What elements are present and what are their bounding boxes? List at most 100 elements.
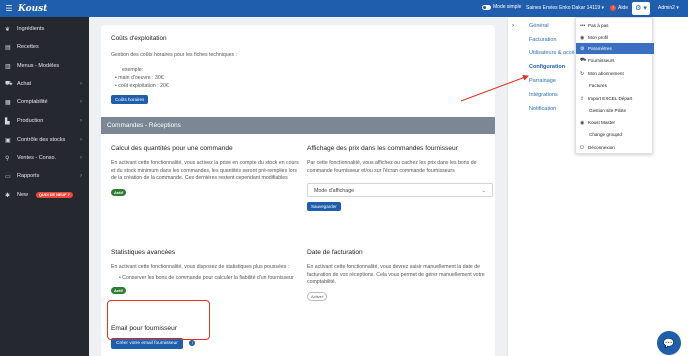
sidebar-item-label: Production [17,118,44,124]
advanced-stats-status-badge[interactable]: Actif [111,287,126,295]
chevron-right-icon: › [80,99,82,105]
operating-costs-title: Coûts d'exploitation [111,35,167,42]
refresh-icon: ↻ [580,70,585,77]
sidebar-item-label: Comptabilité [17,99,48,105]
menu-item-change-groupid[interactable]: Change groupId [576,129,654,140]
chevron-right-icon: › [80,118,82,124]
menu-item-label: Koust Master [588,120,616,125]
nav-link-facturation[interactable]: Facturation [529,37,557,43]
sidebar-item-achat[interactable]: ⛟ Achat › [0,78,89,90]
advanced-stats-text: En activant cette fonctionnalité, vous d… [111,264,290,270]
chart-icon: ⚲ [5,155,10,162]
sidebar-item-new[interactable]: ✱ New QUOI DE NEUF ? [0,189,89,201]
nav-link-notification[interactable]: Notification [529,106,556,112]
menu-item-label: Pas à pas [588,23,609,28]
sidebar-item-label: Ventes - Conso. [17,155,57,161]
nav-link-general[interactable]: Général [529,23,549,29]
sidebar-item-recettes[interactable]: ▤ Recettes [0,41,89,53]
sidebar-item-ingredients[interactable]: ❦ Ingrédients [0,23,89,35]
chevron-right-icon: › [80,155,82,161]
upload-icon: ⇪ [580,95,585,102]
book-icon: ▤ [5,44,11,51]
clipboard-icon: ▣ [5,137,11,144]
menu-item-factures[interactable]: Factures [576,80,654,91]
chevron-down-icon: ⌄ [481,188,486,195]
app-logo[interactable]: Koust [18,4,47,14]
sidebar-item-controle-stocks[interactable]: ▣ Contrôle des stocks › [0,134,89,146]
info-icon[interactable]: i [189,340,196,346]
menu-icon[interactable]: ☰ [2,4,16,13]
menu-item-parametres[interactable]: ⚙ Paramètres [576,43,654,54]
sidebar-item-menus[interactable]: ▥ Menus - Modèles [0,60,89,72]
help-button[interactable]: ? Aide [610,5,628,11]
menu-item-gestion-site-pilote[interactable]: Gestion site Pilote [576,105,654,116]
nav-link-configuration[interactable]: Configuration [529,64,565,70]
user-menu[interactable]: Admin2 ▾ [658,5,679,11]
save-button[interactable]: Sauvegarder [307,202,341,212]
folder-icon: ▭ [5,173,11,180]
menu-item-koust-master[interactable]: ◉ Koust Master [576,117,654,128]
chat-icon[interactable]: 💬 [657,331,681,355]
dots-icon: ••• [580,22,586,29]
price-display-block: Affichage des prix dans les commandes fo… [307,145,497,212]
open-book-icon: ▥ [5,63,11,70]
gear-icon: ⚙ [580,45,585,52]
menu-item-label: Déconnexion [588,145,615,150]
menu-item-import-excel[interactable]: ⇪ Import EXCEL Départ [576,93,654,104]
advanced-stats-bullet: • Conserver les bons de commande pour ca… [119,274,294,281]
mode-simple-toggle[interactable]: Mode simple [482,4,521,10]
example-title: exemple: [122,67,144,73]
truck-icon: ⛟ [580,57,587,63]
user-icon: ◉ [580,34,585,41]
chevron-right-icon[interactable]: › [512,23,514,29]
chevron-right-icon: › [80,81,82,87]
hourly-costs-button[interactable]: Coûts horaires [111,95,149,104]
operating-costs-description: Gestion des coûts horaires pour les fich… [111,52,238,58]
menu-item-label: Change groupId [589,132,622,137]
store-selector[interactable]: Saines Envies Enko Dakar 14119 ▾ [526,5,604,11]
menu-item-mon-profil[interactable]: ◉ Mon profil [576,32,654,43]
sidebar-item-rapports[interactable]: ▭ Rapports › [0,170,89,182]
menu-item-label: Mon profil [588,35,609,40]
sidebar-item-label: Menus - Modèles [17,63,60,69]
billing-date-text: En activant cette fonctionnalité, vous d… [307,264,485,286]
billing-date-block: Date de facturation En activant cette fo… [307,249,497,301]
section-header: Commandes - Réceptions [101,117,495,134]
chevron-right-icon: › [80,137,82,143]
sidebar-item-label: New [17,192,29,198]
billing-date-activate-badge[interactable]: Activer [307,291,328,301]
sidebar-item-comptabilite[interactable]: ▦ Comptabilité › [0,96,89,108]
sidebar-item-label: Achat [17,81,32,87]
sidebar-item-label: Rapports [17,173,40,179]
sidebar-item-label: Contrôle des stocks [17,137,66,143]
nav-link-parrainage[interactable]: Parrainage [529,78,556,84]
highlight-box [107,300,210,340]
nav-link-integrations[interactable]: Intégrations [529,92,558,98]
quantity-calc-title: Calcul des quantités pour une commande [111,145,233,152]
mode-label: Mode simple [493,4,522,10]
star-icon: ✱ [5,192,11,199]
settings-gear-button[interactable]: ⚙ ▾ [632,2,650,15]
menu-item-label: Factures [589,83,607,88]
menu-item-mon-abonnement[interactable]: ↻ Mon abonnement [576,68,654,79]
menu-item-fournisseurs[interactable]: ⛟ Fournisseurs [576,55,654,66]
chevron-right-icon: › [80,173,82,179]
menu-item-label: Paramètres [588,46,612,51]
whats-new-badge[interactable]: QUOI DE NEUF ? [36,192,73,198]
menu-item-deconnexion[interactable]: ⏻ Déconnexion [576,142,654,153]
toggle-icon [482,4,491,10]
example-line-1: • main d'oeuvre : 30€ [115,75,164,81]
help-label: Aide [618,5,629,11]
menu-item-pas-a-pas[interactable]: ••• Pas à pas [576,20,654,31]
example-line-2: • coût exploitation : 20€ [115,83,169,89]
price-display-text: Par cette fonctionnalité, vous affichez … [307,160,477,174]
settings-dropdown-menu: ••• Pas à pas ◉ Mon profil ⚙ Paramètres … [575,17,654,154]
sidebar-item-ventes[interactable]: ⚲ Ventes - Conso. › [0,152,89,164]
operating-costs-card: Coûts d'exploitation Gestion des coûts h… [101,25,495,128]
display-mode-select[interactable]: Mode d'affichage ⌄ [307,183,493,198]
nav-link-utilisateurs[interactable]: Utilisateurs & accè [529,50,575,56]
quantity-calc-status-badge[interactable]: Actif [111,188,126,196]
power-icon: ⏻ [580,144,584,151]
sidebar-item-production[interactable]: ▙ Production › [0,115,89,127]
sidebar-item-label: Recettes [17,44,39,50]
